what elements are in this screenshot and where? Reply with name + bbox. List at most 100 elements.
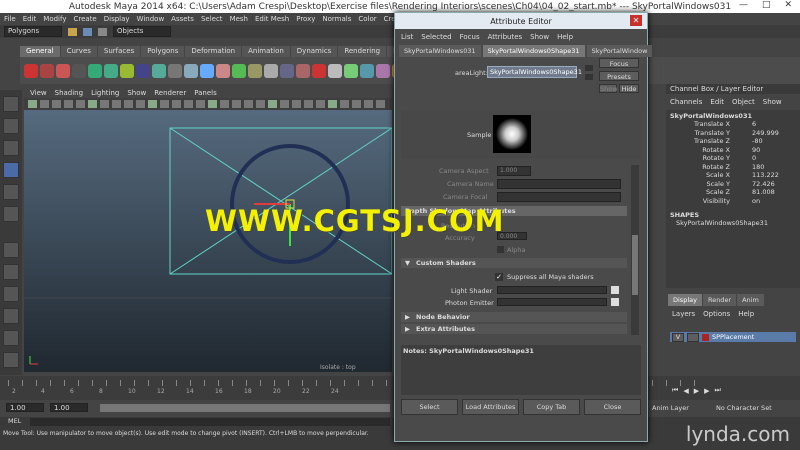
shelf-tool-icon[interactable] xyxy=(88,63,102,78)
shelf-tool-icon[interactable] xyxy=(184,63,198,78)
channel-attr-value[interactable]: 81.008 xyxy=(752,188,775,197)
viewport-toolbar-icon[interactable] xyxy=(208,100,217,108)
channel-attr-value[interactable]: 249.999 xyxy=(752,129,779,138)
viewport-toolbar-icon[interactable] xyxy=(148,100,157,108)
layer-menu-layers[interactable]: Layers xyxy=(672,310,695,318)
channel-attr-row[interactable]: Visibility on xyxy=(666,197,800,206)
ae-copy-tab-button[interactable]: Copy Tab xyxy=(523,399,580,415)
layout-four-icon[interactable] xyxy=(3,264,19,280)
close-icon[interactable]: ✕ xyxy=(784,0,792,10)
viewport-toolbar-icon[interactable] xyxy=(316,100,325,108)
save-icon[interactable] xyxy=(83,27,92,36)
channel-attr-row[interactable]: Rotate Z 180 xyxy=(666,163,800,172)
channel-box-menu-show[interactable]: Show xyxy=(763,98,782,106)
menu-assets[interactable]: Assets xyxy=(171,15,194,23)
viewport-toolbar-icon[interactable] xyxy=(28,100,37,108)
layer-tab-anim[interactable]: Anim xyxy=(737,294,764,306)
scale-tool-icon[interactable] xyxy=(3,206,19,222)
viewport-toolbar-icon[interactable] xyxy=(328,100,337,108)
viewport-toolbar-icon[interactable] xyxy=(364,100,373,108)
viewport-menu-lighting[interactable]: Lighting xyxy=(91,89,119,97)
viewport-menu-renderer[interactable]: Renderer xyxy=(154,89,186,97)
alpha-checkbox[interactable] xyxy=(497,246,504,253)
close-icon[interactable]: ✕ xyxy=(630,15,642,26)
channel-attr-row[interactable]: Scale Z 81.008 xyxy=(666,188,800,197)
notes-area[interactable]: Notes: SkyPortalWindows0Shape31 xyxy=(401,345,641,395)
menu-display[interactable]: Display xyxy=(104,15,130,23)
menu-file[interactable]: File xyxy=(4,15,16,23)
node-behavior-section[interactable]: ▶ Node Behavior xyxy=(401,312,627,322)
ae-close-button[interactable]: Close xyxy=(584,399,641,415)
viewport-menu-show[interactable]: Show xyxy=(127,89,146,97)
character-set-label[interactable]: No Character Set xyxy=(716,404,772,412)
layout-outliner-icon[interactable] xyxy=(3,330,19,346)
menu-select[interactable]: Select xyxy=(201,15,223,23)
layer-menu-help[interactable]: Help xyxy=(738,310,754,318)
viewport-menu-view[interactable]: View xyxy=(30,89,47,97)
layer-row[interactable]: V SPPlacement xyxy=(670,332,796,342)
camera-field-input[interactable] xyxy=(497,192,621,202)
channel-attr-row[interactable]: Translate X 6 xyxy=(666,120,800,129)
viewport-toolbar-icon[interactable] xyxy=(100,100,109,108)
shelf-tab-rendering[interactable]: Rendering xyxy=(338,46,387,57)
shape-name[interactable]: SkyPortalWindows0Shape31 xyxy=(666,219,800,227)
rotate-tool-icon[interactable] xyxy=(3,184,19,200)
range-start-field[interactable]: 1.00 xyxy=(50,403,88,412)
layer-tab-render[interactable]: Render xyxy=(702,294,737,306)
viewport-toolbar-icon[interactable] xyxy=(40,100,49,108)
area-light-name-field[interactable]: SkyPortalWindows0Shape31 xyxy=(487,66,582,78)
go-start-icon[interactable]: ⏮ xyxy=(672,386,678,395)
viewport-toolbar-icon[interactable] xyxy=(268,100,277,108)
shelf-tool-icon[interactable] xyxy=(296,63,310,78)
layer-visibility-toggle[interactable]: V xyxy=(672,332,684,342)
presets-button[interactable]: Presets xyxy=(599,71,639,81)
ae-menu-selected[interactable]: Selected xyxy=(421,33,451,41)
layer-menu-options[interactable]: Options xyxy=(703,310,730,318)
select-tool-icon[interactable] xyxy=(3,96,19,112)
ae-select-button[interactable]: Select xyxy=(401,399,458,415)
menu-proxy[interactable]: Proxy xyxy=(296,15,315,23)
shelf-tool-icon[interactable] xyxy=(344,63,358,78)
shelf-tool-icon[interactable] xyxy=(328,63,342,78)
output-connections-icon[interactable] xyxy=(585,74,593,80)
viewport-toolbar-icon[interactable] xyxy=(292,100,301,108)
light-shader-field[interactable] xyxy=(497,286,607,294)
lasso-tool-icon[interactable] xyxy=(3,118,19,134)
channel-box-menu-object[interactable]: Object xyxy=(732,98,755,106)
shelf-tab-general[interactable]: General xyxy=(20,46,60,57)
viewport-toolbar-icon[interactable] xyxy=(124,100,133,108)
channel-attr-value[interactable]: 113.222 xyxy=(752,171,779,180)
menu-color[interactable]: Color xyxy=(358,15,376,23)
viewport-toolbar-icon[interactable] xyxy=(52,100,61,108)
viewport-toolbar-icon[interactable] xyxy=(304,100,313,108)
shelf-tool-icon[interactable] xyxy=(72,63,86,78)
map-button-icon[interactable] xyxy=(611,286,619,294)
hide-button[interactable]: Hide xyxy=(619,84,639,93)
shelf-tool-icon[interactable] xyxy=(104,63,118,78)
shelf-tab-curves[interactable]: Curves xyxy=(60,46,97,57)
scrollbar-thumb[interactable] xyxy=(632,235,638,295)
scrollbar[interactable] xyxy=(631,165,639,335)
channel-attr-row[interactable]: Translate Z -80 xyxy=(666,137,800,146)
shelf-tool-icon[interactable] xyxy=(40,63,54,78)
ae-menu-show[interactable]: Show xyxy=(530,33,549,41)
input-connections-icon[interactable] xyxy=(585,65,593,71)
attributes-scroll-area[interactable]: Camera Aspect 1.000 Camera Name Camera Foca… xyxy=(401,165,641,335)
menu-edit-mesh[interactable]: Edit Mesh xyxy=(255,15,289,23)
play-icon[interactable]: ▶ xyxy=(694,387,699,395)
viewport-menu-shading[interactable]: Shading xyxy=(55,89,83,97)
channel-box-menu-edit[interactable]: Edit xyxy=(710,98,724,106)
ae-tab-node[interactable]: SkyPortalWindows0Shape31 xyxy=(482,45,585,57)
menu-modify[interactable]: Modify xyxy=(43,15,66,23)
viewport-toolbar-icon[interactable] xyxy=(352,100,361,108)
step-back-icon[interactable]: ◀ xyxy=(683,387,688,395)
channel-attr-value[interactable]: -80 xyxy=(752,137,763,146)
shelf-tool-icon[interactable] xyxy=(280,63,294,78)
camera-field-input[interactable]: 1.000 xyxy=(497,166,531,176)
go-end-icon[interactable]: ⏭ xyxy=(714,386,720,395)
shelf-tool-icon[interactable] xyxy=(24,63,38,78)
move-tool-icon[interactable] xyxy=(3,162,19,178)
step-forward-icon[interactable]: ▶ xyxy=(704,387,709,395)
shelf-tool-icon[interactable] xyxy=(216,63,230,78)
ae-load-attributes-button[interactable]: Load Attributes xyxy=(462,399,519,415)
